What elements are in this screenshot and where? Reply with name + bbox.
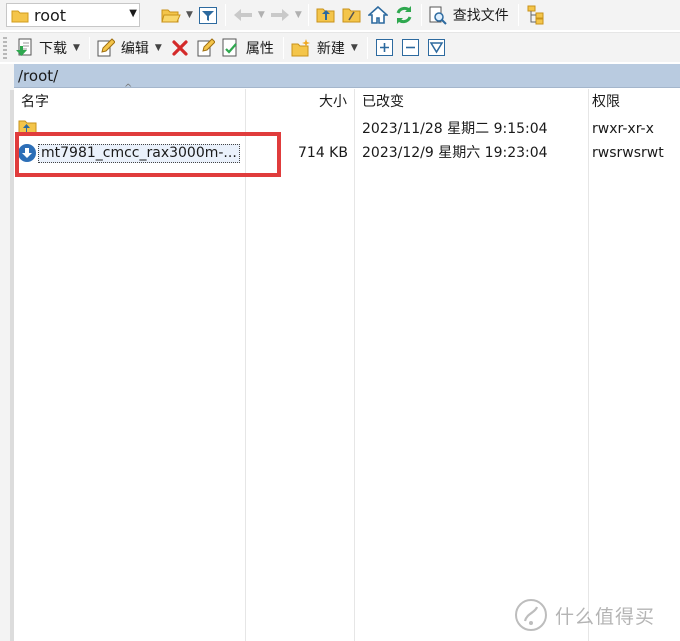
chevron-down-icon[interactable]: ▼ — [155, 43, 162, 53]
path-bar[interactable]: /root/ — [14, 64, 680, 88]
chevron-down-icon[interactable]: ▼ — [351, 43, 358, 53]
chevron-down-icon[interactable]: ▼ — [73, 43, 80, 53]
find-files-button[interactable]: 查找文件 — [426, 2, 512, 28]
column-divider[interactable] — [588, 89, 589, 641]
parent-directory-button[interactable] — [314, 3, 338, 27]
download-button[interactable]: 下载 ▼ — [12, 35, 83, 61]
home-button[interactable] — [366, 3, 390, 27]
navigation-toolbar: root ▼ ▼ ▼ ▼ 查找文件 — [0, 0, 680, 30]
filter-button[interactable] — [196, 3, 220, 27]
column-header-name[interactable]: 名字 — [21, 89, 49, 115]
watermark-text: 什么值得买 — [555, 605, 656, 628]
toolbar-grip[interactable] — [3, 36, 7, 59]
home-icon — [367, 6, 388, 24]
find-files-label: 查找文件 — [452, 8, 509, 24]
chevron-down-icon[interactable]: ▼ — [129, 8, 137, 19]
rename-icon — [197, 38, 215, 57]
properties-button[interactable]: 属性 — [219, 35, 277, 61]
location-combobox[interactable]: root ▼ — [6, 3, 140, 27]
column-divider[interactable] — [354, 89, 355, 641]
separator — [366, 36, 368, 59]
back-button[interactable] — [231, 3, 255, 27]
edit-icon — [97, 38, 115, 57]
delete-icon — [172, 39, 188, 56]
folder-icon — [11, 10, 29, 22]
open-folder-button[interactable] — [159, 3, 183, 27]
filter-icon — [198, 6, 217, 24]
open-folder-icon — [161, 9, 181, 22]
separator — [282, 36, 284, 59]
expand-button[interactable] — [373, 36, 397, 60]
separator — [224, 4, 226, 26]
new-button[interactable]: 新建 ▼ — [288, 35, 361, 61]
root-directory-button[interactable] — [340, 3, 364, 27]
parent-folder-icon — [316, 8, 335, 23]
permissions-cell: rwxr-xr-x — [592, 121, 654, 137]
separator — [307, 4, 309, 26]
separator — [88, 36, 90, 59]
list-header: 名字 ^ 大小 已改变 权限 — [14, 83, 680, 115]
back-arrow-icon — [233, 9, 252, 21]
chevron-down-icon[interactable]: ▼ — [295, 10, 302, 20]
forward-button[interactable] — [268, 3, 292, 27]
new-label: 新建 — [316, 40, 345, 57]
forward-arrow-icon — [270, 9, 289, 21]
column-header-modified[interactable]: 已改变 — [362, 89, 404, 115]
edit-label: 编辑 — [120, 40, 149, 57]
refresh-button[interactable] — [392, 3, 416, 27]
filter-icon — [428, 39, 446, 56]
highlight-annotation-box — [15, 132, 281, 177]
file-actions-toolbar: 下载 ▼ 编辑 ▼ 属性 新建 ▼ — [0, 32, 680, 62]
left-panel-edge — [0, 64, 14, 641]
tree-view-button[interactable] — [524, 3, 548, 27]
watermark: 什么值得买 — [515, 597, 675, 633]
download-icon — [16, 38, 32, 56]
tree-view-icon — [527, 5, 544, 25]
watermark-logo-icon — [515, 599, 547, 631]
properties-label: 属性 — [245, 40, 274, 57]
edit-button[interactable]: 编辑 ▼ — [94, 35, 165, 61]
properties-icon — [222, 38, 237, 57]
location-label: root — [34, 5, 67, 25]
search-file-icon — [429, 6, 447, 25]
column-header-permissions[interactable]: 权限 — [592, 89, 620, 115]
size-cell: 714 KB — [298, 145, 348, 161]
delete-button[interactable] — [168, 36, 192, 60]
modified-cell: 2023/12/9 星期六 19:23:04 — [362, 145, 548, 161]
new-folder-icon — [291, 38, 310, 56]
refresh-icon — [396, 6, 412, 24]
sort-ascending-icon: ^ — [124, 83, 133, 94]
rename-button[interactable] — [194, 36, 218, 60]
download-label: 下载 — [39, 40, 67, 57]
column-header-size[interactable]: 大小 — [319, 89, 347, 115]
permissions-cell: rwsrwsrwt — [592, 145, 664, 161]
separator — [420, 4, 422, 26]
chevron-down-icon[interactable]: ▼ — [186, 10, 193, 20]
separator — [517, 4, 519, 26]
chevron-down-icon[interactable]: ▼ — [258, 10, 265, 20]
root-folder-icon — [342, 8, 361, 23]
select-filter-button[interactable] — [425, 36, 449, 60]
collapse-button[interactable] — [399, 36, 423, 60]
plus-icon — [376, 39, 394, 56]
modified-cell: 2023/11/28 星期二 9:15:04 — [362, 121, 548, 137]
minus-icon — [402, 39, 420, 56]
